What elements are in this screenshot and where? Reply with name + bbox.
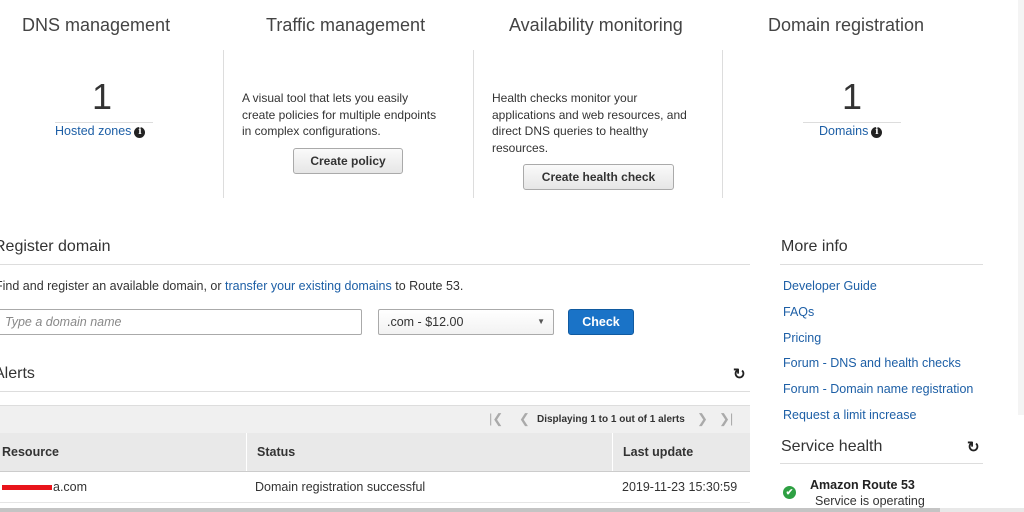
row-resource: a.com	[53, 480, 88, 494]
prev-page-icon[interactable]: ❮	[519, 411, 530, 427]
last-page-icon[interactable]: ❯|	[719, 411, 733, 427]
divider	[612, 433, 613, 471]
panel-description: A visual tool that lets you easily creat…	[242, 90, 436, 140]
desc-line: direct DNS queries to healthy	[492, 124, 649, 138]
check-button[interactable]: Check	[568, 309, 634, 335]
column-header-resource[interactable]: Resource	[2, 445, 59, 459]
tld-select[interactable]: .com - $12.00 ▼	[378, 309, 554, 335]
register-intro: Find and register an available domain, o…	[0, 279, 463, 293]
desc-line: Health checks monitor your	[492, 91, 638, 105]
more-info-heading: More info	[781, 238, 848, 255]
domains-count: 1	[841, 76, 863, 117]
service-name: Amazon Route 53	[810, 478, 915, 492]
divider	[0, 264, 750, 265]
divider	[722, 50, 723, 198]
hosted-zones-count: 1	[91, 76, 113, 117]
redacted-block	[2, 485, 52, 490]
domains-link-wrap: Domains i	[819, 124, 883, 138]
divider	[803, 122, 901, 123]
divider	[223, 50, 224, 198]
register-domain-heading: Register domain	[0, 238, 111, 255]
column-header-last-update[interactable]: Last update	[623, 445, 693, 459]
divider	[246, 433, 247, 471]
intro-text: to Route 53.	[395, 279, 464, 293]
forum-dns-link[interactable]: Forum - DNS and health checks	[783, 356, 961, 370]
check-circle-icon: ✔	[783, 486, 796, 499]
panel-title: Availability monitoring	[509, 15, 683, 35]
create-policy-button[interactable]: Create policy	[293, 148, 403, 174]
panel-description: Health checks monitor your applications …	[492, 90, 687, 156]
refresh-icon[interactable]: ↻	[967, 438, 980, 456]
divider	[0, 391, 750, 392]
limit-increase-link[interactable]: Request a limit increase	[783, 408, 916, 422]
hosted-zones-link[interactable]: Hosted zones	[55, 124, 131, 138]
next-page-icon[interactable]: ❯	[697, 411, 708, 427]
chevron-down-icon: ▼	[537, 317, 545, 326]
domain-name-input[interactable]	[0, 309, 362, 335]
hosted-zones-link-wrap: Hosted zones i	[55, 124, 146, 138]
first-page-icon[interactable]: |❮	[489, 411, 503, 427]
desc-line: applications and web resources, and	[492, 107, 687, 122]
desc-line: A visual tool that lets you easily	[242, 91, 409, 105]
divider	[0, 502, 750, 503]
pagination-text: Displaying 1 to 1 out of 1 alerts	[537, 414, 685, 425]
desc-line: resources.	[492, 140, 549, 155]
divider	[780, 264, 983, 265]
info-icon[interactable]: i	[871, 127, 883, 138]
divider	[473, 50, 474, 198]
panel-title: Traffic management	[266, 15, 426, 35]
intro-text: Find and register an available domain, o…	[0, 279, 222, 293]
alerts-heading: Alerts	[0, 365, 35, 382]
refresh-icon[interactable]: ↻	[733, 365, 746, 383]
service-status: Service is operating	[815, 494, 925, 508]
panel-title: DNS management	[22, 15, 171, 35]
table-header: Resource Status Last update	[0, 433, 750, 472]
create-health-check-button[interactable]: Create health check	[523, 164, 674, 190]
divider	[55, 122, 153, 123]
column-header-status[interactable]: Status	[257, 445, 295, 459]
pricing-link[interactable]: Pricing	[783, 331, 821, 345]
tld-selected-value: .com - $12.00	[387, 315, 464, 329]
faqs-link[interactable]: FAQs	[783, 305, 814, 319]
desc-line: create policies for multiple endpoints	[242, 107, 437, 122]
panel-title: Domain registration	[768, 15, 925, 35]
row-last-update: 2019-11-23 15:30:59	[622, 480, 738, 494]
info-icon[interactable]: i	[134, 127, 146, 138]
service-health-heading: Service health	[781, 438, 883, 455]
divider	[780, 463, 983, 464]
forum-domain-link[interactable]: Forum - Domain name registration	[783, 382, 973, 396]
scrollbar-thumb[interactable]	[0, 508, 940, 512]
row-status: Domain registration successful	[255, 480, 426, 494]
domains-link[interactable]: Domains	[819, 124, 868, 138]
desc-line: in complex configurations.	[242, 124, 381, 138]
developer-guide-link[interactable]: Developer Guide	[783, 279, 877, 293]
transfer-domains-link[interactable]: transfer your existing domains	[225, 279, 392, 293]
vertical-scrollbar[interactable]	[1018, 0, 1024, 415]
